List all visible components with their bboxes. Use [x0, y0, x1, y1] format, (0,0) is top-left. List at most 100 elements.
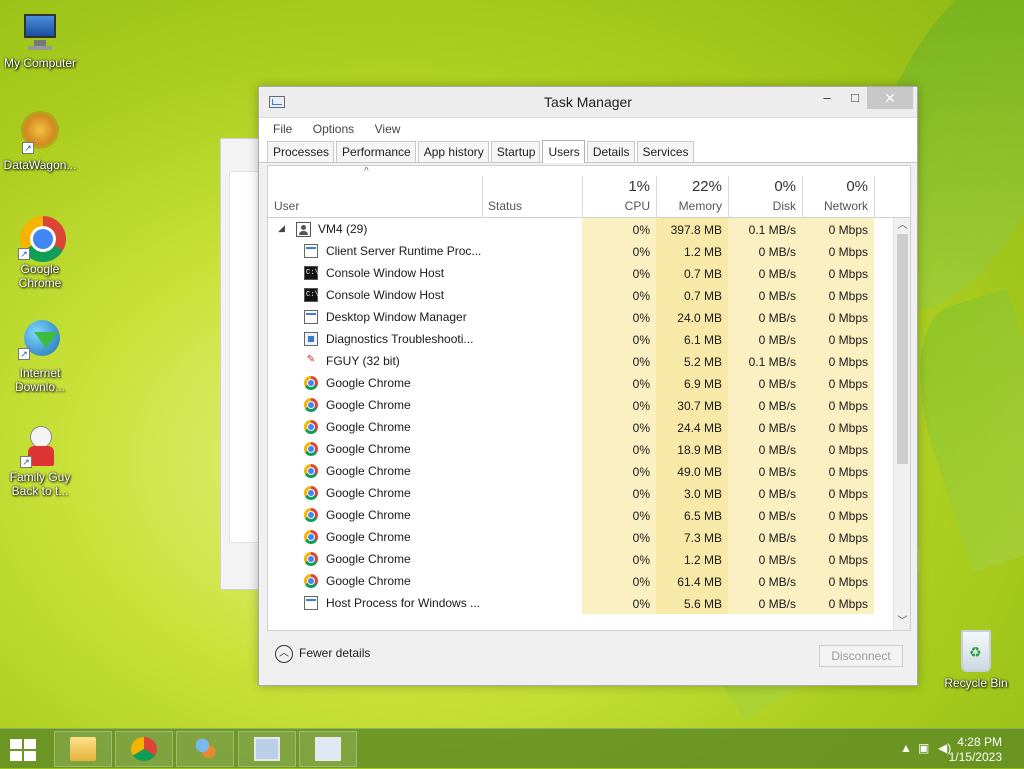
chrome-icon — [304, 508, 318, 522]
taskbar-task-manager[interactable] — [299, 731, 357, 767]
column-separator[interactable] — [874, 176, 875, 218]
desktop-icon-google-chrome[interactable]: ↗ Google Chrome — [0, 214, 80, 290]
scrollbar-thumb[interactable] — [897, 234, 908, 464]
cpu-cell: 0% — [582, 372, 656, 394]
taskbar-file-explorer[interactable] — [54, 731, 112, 767]
chrome-icon — [304, 530, 318, 544]
process-row[interactable]: Google Chrome 0% 18.9 MB 0 MB/s 0 Mbps — [268, 438, 910, 460]
windows-logo-icon — [24, 751, 36, 761]
memory-cell: 7.3 MB — [656, 526, 728, 548]
chrome-icon — [304, 486, 318, 500]
process-row[interactable]: Google Chrome 0% 49.0 MB 0 MB/s 0 Mbps — [268, 460, 910, 482]
clock[interactable]: 4:28 PM 1/15/2023 — [949, 735, 1002, 765]
desktop-icon-my-computer[interactable]: My Computer — [0, 10, 80, 70]
network-icon[interactable]: ▣ — [918, 741, 929, 755]
cpu-cell: 0% — [582, 306, 656, 328]
network-cell: 0 Mbps — [802, 262, 874, 284]
user-group-row[interactable]: ◢ VM4 (29) 0% 397.8 MB 0.1 MB/s 0 Mbps — [268, 218, 910, 240]
disk-cell: 0 MB/s — [728, 526, 802, 548]
network-cell: 0 Mbps — [802, 548, 874, 570]
desktop-icon-family-guy[interactable]: ↗ Family Guy Back to t... — [0, 424, 80, 498]
process-row[interactable]: C:\ Console Window Host 0% 0.7 MB 0 MB/s 0 Mb… — [268, 284, 910, 306]
desktop-icon-internet-download[interactable]: ↗ Internet Downlo... — [0, 318, 80, 394]
download-manager-icon: ↗ — [18, 318, 62, 362]
tab-startup[interactable]: Startup — [490, 141, 541, 162]
disk-cell: 0 MB/s — [728, 570, 802, 592]
tab-strip: Processes Performance App history Startu… — [259, 139, 917, 163]
menu-view[interactable]: View — [375, 122, 401, 136]
desktop-icon-recycle-bin[interactable]: Recycle Bin — [940, 630, 1012, 690]
show-hidden-icons-icon[interactable]: ▲ — [900, 741, 912, 755]
process-row[interactable]: Client Server Runtime Proc... 0% 1.2 MB 0 M… — [268, 240, 910, 262]
cpu-cell: 0% — [582, 592, 656, 614]
tab-services[interactable]: Services — [636, 141, 694, 162]
system-tray: ▲ ▣ ◀) 4:28 PM 1/15/2023 — [874, 729, 1024, 769]
disk-cell: 0 MB/s — [728, 548, 802, 570]
process-row[interactable]: ✎ FGUY (32 bit) 0% 5.2 MB 0.1 MB/s 0 Mbps — [268, 350, 910, 372]
desktop-icon-datawagon[interactable]: ↗ DataWagon... — [0, 112, 80, 172]
collapse-arrow-icon[interactable]: ◢ — [278, 223, 285, 234]
scroll-down-arrow-icon[interactable]: ﹀ — [894, 614, 910, 630]
maximize-button[interactable]: □ — [841, 87, 869, 109]
menu-options[interactable]: Options — [313, 122, 354, 136]
column-header-disk[interactable]: 0% Disk — [728, 166, 802, 218]
taskbar-chrome[interactable] — [115, 731, 173, 767]
column-header-user[interactable]: User — [268, 166, 482, 218]
process-row[interactable]: Google Chrome 0% 7.3 MB 0 MB/s 0 Mbps — [268, 526, 910, 548]
disconnect-button[interactable]: Disconnect — [819, 645, 903, 667]
network-cell: 0 Mbps — [802, 372, 874, 394]
network-cell: 0 Mbps — [802, 570, 874, 592]
process-row[interactable]: Google Chrome 0% 6.9 MB 0 MB/s 0 Mbps — [268, 372, 910, 394]
process-name: Google Chrome — [326, 376, 411, 390]
process-row[interactable]: Host Process for Windows ... 0% 5.6 MB 0 MB… — [268, 592, 910, 614]
process-name: Google Chrome — [326, 486, 411, 500]
process-row[interactable]: Google Chrome 0% 1.2 MB 0 MB/s 0 Mbps — [268, 548, 910, 570]
memory-cell: 61.4 MB — [656, 570, 728, 592]
process-row[interactable]: Diagnostics Troubleshooti... 0% 6.1 MB 0 MB… — [268, 328, 910, 350]
close-button[interactable]: ✕ — [867, 87, 913, 109]
column-header-memory[interactable]: 22% Memory — [656, 166, 728, 218]
memory-cell: 3.0 MB — [656, 482, 728, 504]
user-icon — [296, 222, 311, 237]
start-button[interactable] — [10, 739, 40, 763]
column-header-network[interactable]: 0% Network — [802, 166, 874, 218]
cpu-cell: 0% — [582, 394, 656, 416]
tab-users[interactable]: Users — [542, 140, 585, 163]
process-row[interactable]: Google Chrome 0% 24.4 MB 0 MB/s 0 Mbps — [268, 416, 910, 438]
minimize-button[interactable]: – — [813, 87, 841, 109]
desktop-icon-label: Family Guy Back to t... — [9, 470, 71, 498]
disk-cell: 0 MB/s — [728, 240, 802, 262]
memory-cell: 5.2 MB — [656, 350, 728, 372]
process-row[interactable]: Desktop Window Manager 0% 24.0 MB 0 MB/s 0 M… — [268, 306, 910, 328]
window-icon — [304, 596, 318, 610]
taskbar-performance-monitor[interactable] — [238, 731, 296, 767]
chevron-up-icon: ︿ — [275, 645, 293, 663]
chrome-icon — [304, 398, 318, 412]
process-row[interactable]: Google Chrome 0% 6.5 MB 0 MB/s 0 Mbps — [268, 504, 910, 526]
process-name: Desktop Window Manager — [326, 310, 467, 324]
title-bar[interactable]: Task Manager – □ ✕ — [259, 87, 917, 117]
vertical-scrollbar[interactable]: ︿ ﹀ — [893, 218, 910, 630]
console-icon: C:\ — [304, 288, 319, 302]
scroll-up-arrow-icon[interactable]: ︿ — [894, 218, 910, 234]
column-header-disk-label: Disk — [772, 199, 796, 213]
process-row[interactable]: Google Chrome 0% 61.4 MB 0 MB/s 0 Mbps — [268, 570, 910, 592]
taskbar-people[interactable] — [176, 731, 234, 767]
tab-details[interactable]: Details — [586, 141, 635, 162]
tab-app-history[interactable]: App history — [417, 141, 489, 162]
column-header-status-label: Status — [488, 199, 523, 213]
task-manager-window[interactable]: Task Manager – □ ✕ File Options View Pro… — [258, 86, 918, 686]
process-row[interactable]: Google Chrome 0% 30.7 MB 0 MB/s 0 Mbps — [268, 394, 910, 416]
window-icon — [304, 310, 318, 324]
process-row[interactable]: C:\ Console Window Host 0% 0.7 MB 0 MB/s 0 Mb… — [268, 262, 910, 284]
tab-processes[interactable]: Processes — [267, 141, 335, 162]
cpu-cell: 0% — [582, 526, 656, 548]
menu-file[interactable]: File — [273, 122, 292, 136]
cpu-cell: 0% — [582, 416, 656, 438]
column-header-cpu[interactable]: 1% CPU — [582, 166, 656, 218]
process-row[interactable]: Google Chrome 0% 3.0 MB 0 MB/s 0 Mbps — [268, 482, 910, 504]
column-header-status[interactable]: Status — [482, 166, 582, 218]
tab-performance[interactable]: Performance — [336, 141, 416, 162]
cpu-cell: 0% — [582, 548, 656, 570]
fewer-details-button[interactable]: ︿ Fewer details — [275, 645, 370, 663]
